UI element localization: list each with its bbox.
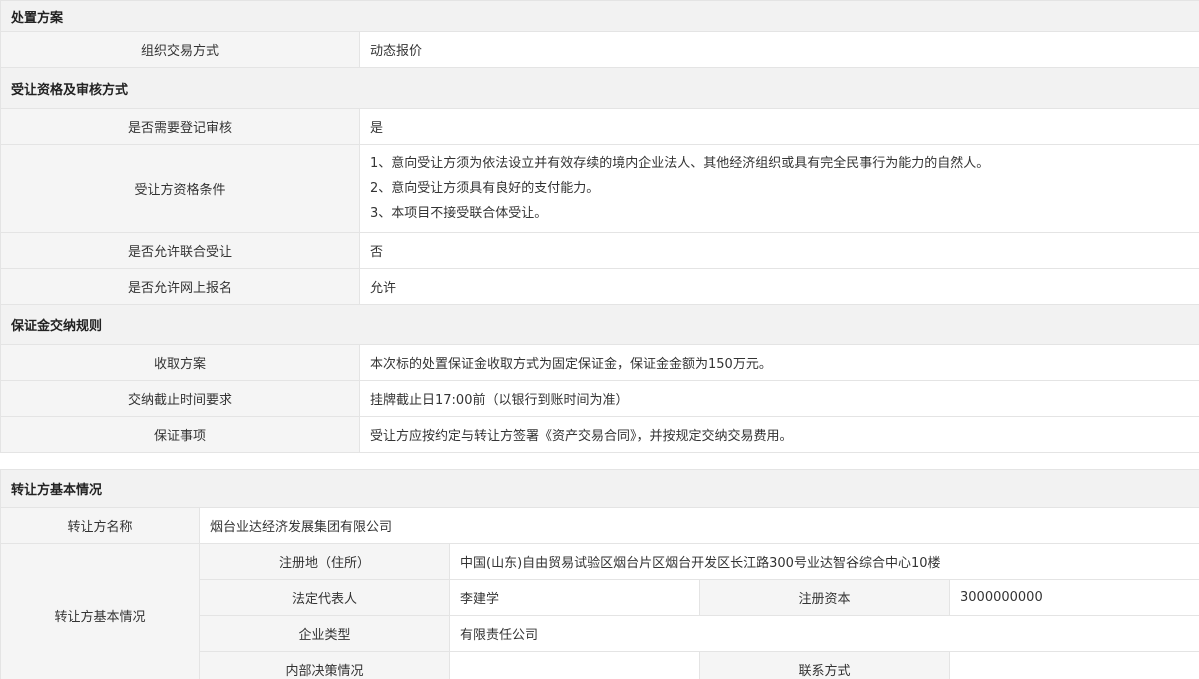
field-value xyxy=(948,651,1199,679)
field-label: 组织交易方式 xyxy=(0,31,360,68)
section-title: 转让方基本情况 xyxy=(0,469,1199,508)
field-value: 有限责任公司 xyxy=(448,615,1199,652)
field-label: 法定代表人 xyxy=(199,579,450,616)
table-row: 收取方案 本次标的处置保证金收取方式为固定保证金，保证金金额为150万元。 xyxy=(0,344,1199,381)
field-value: 允许 xyxy=(358,268,1199,305)
condition-line: 2、意向受让方须具有良好的支付能力。 xyxy=(370,181,600,196)
field-value: 受让方应按约定与转让方签署《资产交易合同》，并按规定交纳交易费用。 xyxy=(358,416,1199,453)
field-label: 是否允许网上报名 xyxy=(0,268,360,305)
field-value: 挂牌截止日17:00前（以银行到账时间为准） xyxy=(358,380,1199,417)
field-label: 企业类型 xyxy=(199,615,450,652)
field-label: 注册地（住所） xyxy=(199,543,450,580)
field-label: 保证事项 xyxy=(0,416,360,453)
table-row: 组织交易方式 动态报价 xyxy=(0,31,1199,68)
table-row: 保证事项 受让方应按约定与转让方签署《资产交易合同》，并按规定交纳交易费用。 xyxy=(0,416,1199,453)
section-transferor: 转让方基本情况 xyxy=(0,469,1199,508)
field-label: 交纳截止时间要求 xyxy=(0,380,360,417)
field-value: 是 xyxy=(358,108,1199,145)
field-value: 3000000000 xyxy=(948,579,1199,616)
condition-line: 1、意向受让方须为依法设立并有效存续的境内企业法人、其他经济组织或具有完全民事行… xyxy=(370,156,990,171)
field-label: 注册资本 xyxy=(699,579,950,616)
section-disposal-plan: 处置方案 xyxy=(0,0,1199,32)
field-value xyxy=(449,651,700,679)
table-row: 是否允许联合受让 否 xyxy=(0,232,1199,269)
section-title: 受让资格及审核方式 xyxy=(0,67,1199,109)
table-row: 交纳截止时间要求 挂牌截止日17:00前（以银行到账时间为准） xyxy=(0,380,1199,417)
table-row: 转让方基本情况 注册地（住所） 中国(山东)自由贸易试验区烟台片区烟台开发区长江… xyxy=(0,543,1199,679)
section-title: 处置方案 xyxy=(0,0,1199,32)
field-label: 收取方案 xyxy=(0,344,360,381)
field-value: 本次标的处置保证金收取方式为固定保证金，保证金金额为150万元。 xyxy=(358,344,1199,381)
transferor-info-table: 转让方基本情况 转让方名称 烟台业达经济发展集团有限公司 转让方基本情况 注册地… xyxy=(0,469,1199,679)
field-value: 动态报价 xyxy=(358,31,1199,68)
field-label: 是否需要登记审核 xyxy=(0,108,360,145)
field-label: 内部决策情况 xyxy=(199,651,450,679)
field-value: 烟台业达经济发展集团有限公司 xyxy=(198,507,1199,544)
disposal-info-table: 处置方案 组织交易方式 动态报价 受让资格及审核方式 是否需要登记审核 是 受让… xyxy=(0,0,1199,453)
project-detail-page: 处置方案 组织交易方式 动态报价 受让资格及审核方式 是否需要登记审核 是 受让… xyxy=(0,0,1199,679)
section-qualification: 受让资格及审核方式 xyxy=(0,67,1199,109)
field-label: 受让方资格条件 xyxy=(0,144,360,233)
table-row: 转让方名称 烟台业达经济发展集团有限公司 xyxy=(0,507,1199,544)
group-label: 转让方基本情况 xyxy=(0,543,200,679)
table-row: 是否需要登记审核 是 xyxy=(0,108,1199,145)
condition-line: 3、本项目不接受联合体受让。 xyxy=(370,206,548,221)
field-label: 联系方式 xyxy=(699,651,950,679)
table-row: 受让方资格条件 1、意向受让方须为依法设立并有效存续的境内企业法人、其他经济组织… xyxy=(0,144,1199,233)
section-deposit-rules: 保证金交纳规则 xyxy=(0,304,1199,345)
field-value: 中国(山东)自由贸易试验区烟台片区烟台开发区长江路300号业达智谷综合中心10楼 xyxy=(448,543,1199,580)
section-title: 保证金交纳规则 xyxy=(0,304,1199,345)
qualification-conditions: 1、意向受让方须为依法设立并有效存续的境内企业法人、其他经济组织或具有完全民事行… xyxy=(358,144,1199,233)
table-row: 是否允许网上报名 允许 xyxy=(0,268,1199,305)
field-label: 是否允许联合受让 xyxy=(0,232,360,269)
field-value: 李建学 xyxy=(449,579,700,616)
field-value: 否 xyxy=(358,232,1199,269)
field-label: 转让方名称 xyxy=(0,507,200,544)
